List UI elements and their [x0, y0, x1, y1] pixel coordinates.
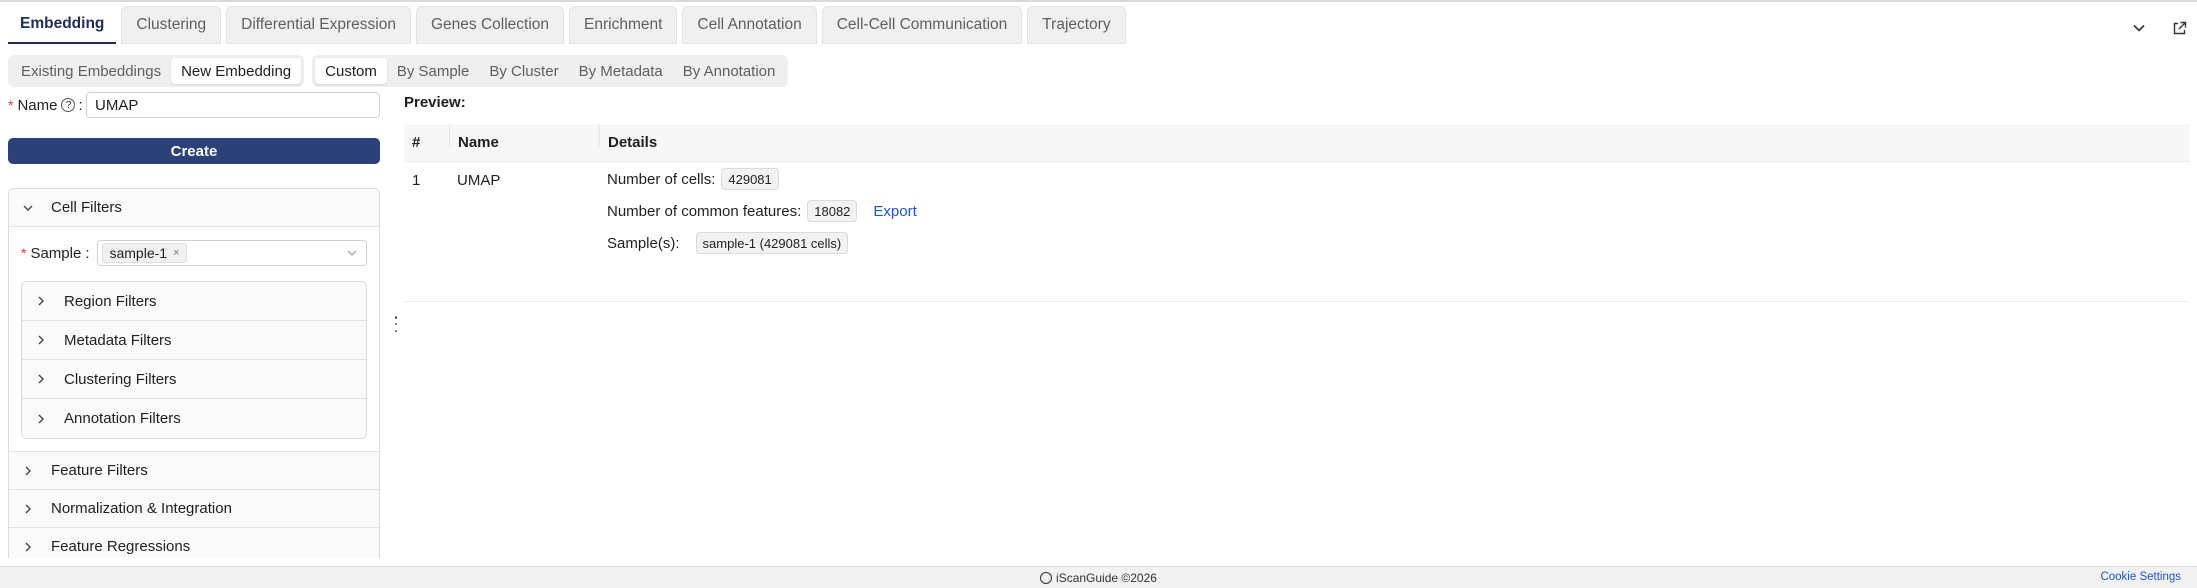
sample-select[interactable]: sample-1 × — [97, 240, 367, 266]
footer-brand: iScanGuide ©2026 — [1056, 570, 1157, 585]
row-name: UMAP — [457, 172, 501, 189]
sample-row: * Sample : sample-1 × — [21, 239, 367, 267]
chevron-right-icon — [34, 294, 48, 308]
handle-dot — [394, 316, 398, 319]
feature-filters-header[interactable]: Feature Filters — [9, 452, 379, 490]
annotation-filters-header[interactable]: Annotation Filters — [22, 399, 366, 438]
main-tab-bar: Embedding Clustering Differential Expres… — [0, 6, 2197, 50]
features-label: Number of common features: — [607, 202, 802, 220]
name-input[interactable]: UMAP — [86, 92, 380, 118]
embedding-mode-toggle: Existing Embeddings New Embedding — [8, 55, 305, 87]
custom-option[interactable]: Custom — [315, 58, 387, 84]
chevron-right-icon — [34, 372, 48, 386]
cells-count-badge: 429081 — [721, 168, 779, 190]
chevron-right-icon — [21, 540, 35, 554]
brand-logo-icon — [1040, 571, 1053, 584]
samples-label: Sample(s): — [607, 234, 680, 252]
chevron-right-icon — [34, 333, 48, 347]
region-filters-header[interactable]: Region Filters — [22, 282, 366, 321]
required-mark: * — [8, 97, 14, 113]
sample-colon: : — [85, 244, 90, 262]
table-header: # Name Details — [404, 124, 2190, 162]
metadata-filters-title: Metadata Filters — [64, 331, 172, 349]
feature-regressions-header[interactable]: Feature Regressions — [9, 528, 379, 558]
handle-dot — [394, 329, 398, 332]
footer: iScanGuide ©2026 Cookie Settings — [0, 566, 2197, 588]
cells-detail: Number of cells: 429081 — [607, 168, 779, 190]
chevron-down-icon[interactable] — [2129, 18, 2149, 38]
name-label-text: Name — [17, 96, 58, 114]
column-header-details: Details — [608, 134, 658, 151]
feature-regressions-title: Feature Regressions — [51, 538, 191, 555]
handle-dot — [394, 322, 398, 326]
tab-embedding[interactable]: Embedding — [8, 6, 117, 44]
panel-resize-handle[interactable] — [393, 316, 399, 332]
tab-cell-cell-communication[interactable]: Cell-Cell Communication — [821, 6, 1023, 44]
samples-badge: sample-1 (429081 cells) — [695, 232, 849, 254]
normalization-integration-title: Normalization & Integration — [51, 500, 232, 517]
column-header-name: Name — [450, 126, 600, 151]
table-row: 1 UMAP Number of cells: 429081 Number of… — [404, 162, 2190, 302]
preview-title: Preview: — [404, 94, 466, 111]
sample-label: Sample — [30, 244, 82, 262]
name-row: * Name ? : UMAP — [8, 92, 380, 118]
normalization-integration-header[interactable]: Normalization & Integration — [9, 490, 379, 528]
embedding-form-panel: * Name ? : UMAP Create Cell Filters * Sa… — [8, 90, 380, 558]
chevron-down-icon — [21, 201, 35, 215]
create-button[interactable]: Create — [8, 138, 380, 164]
mode-controls: Existing Embeddings New Embedding Custom… — [8, 55, 789, 87]
close-icon[interactable]: × — [173, 247, 179, 259]
chevron-right-icon — [21, 502, 35, 516]
annotation-filters-title: Annotation Filters — [64, 410, 181, 427]
features-count-badge: 18082 — [807, 200, 858, 222]
sample-tag: sample-1 × — [102, 243, 187, 263]
row-number: 1 — [412, 172, 421, 189]
external-link-icon[interactable] — [2169, 18, 2189, 38]
metadata-filters-header[interactable]: Metadata Filters — [22, 321, 366, 360]
cell-subfilters: Region Filters Metadata Filters Clusteri… — [21, 281, 367, 439]
chevron-down-icon — [346, 246, 358, 263]
feature-filters-title: Feature Filters — [51, 462, 148, 479]
by-metadata-option[interactable]: By Metadata — [569, 58, 673, 84]
features-detail: Number of common features: 18082 Export — [607, 200, 917, 222]
clustering-filters-header[interactable]: Clustering Filters — [22, 360, 366, 399]
cells-label: Number of cells: — [607, 170, 716, 188]
tab-differential-expression[interactable]: Differential Expression — [226, 6, 411, 44]
samples-detail: Sample(s): sample-1 (429081 cells) — [607, 232, 849, 254]
tab-genes-collection[interactable]: Genes Collection — [415, 6, 565, 44]
tab-enrichment[interactable]: Enrichment — [569, 6, 678, 44]
column-header-name-label: Name — [458, 134, 499, 151]
filters-collapse: Cell Filters * Sample : sample-1 × Regio… — [8, 188, 380, 558]
embedding-source-tabs: Custom By Sample By Cluster By Metadata … — [312, 55, 789, 87]
top-border — [0, 0, 2197, 2]
cell-filters-header[interactable]: Cell Filters — [9, 189, 379, 227]
tab-cell-annotation[interactable]: Cell Annotation — [682, 6, 817, 44]
by-annotation-option[interactable]: By Annotation — [673, 58, 786, 84]
export-link[interactable]: Export — [873, 203, 916, 220]
chevron-right-icon — [34, 412, 48, 426]
sample-tag-label: sample-1 — [109, 245, 168, 261]
name-label: Name ? : — [17, 97, 82, 114]
clustering-filters-title: Clustering Filters — [64, 370, 177, 388]
required-mark: * — [21, 245, 27, 261]
existing-embeddings-option[interactable]: Existing Embeddings — [11, 58, 171, 84]
cell-filters-body: * Sample : sample-1 × Region Filters Met… — [9, 227, 379, 452]
new-embedding-option[interactable]: New Embedding — [171, 58, 302, 84]
tabbar-actions — [2129, 18, 2189, 38]
help-icon[interactable]: ? — [61, 98, 76, 112]
column-header-num-label: # — [412, 134, 421, 151]
tab-clustering[interactable]: Clustering — [121, 6, 222, 44]
by-sample-option[interactable]: By Sample — [387, 58, 480, 84]
region-filters-title: Region Filters — [64, 292, 157, 310]
by-cluster-option[interactable]: By Cluster — [479, 58, 568, 84]
cell-filters-title: Cell Filters — [51, 199, 122, 216]
tab-trajectory[interactable]: Trajectory — [1027, 6, 1126, 44]
preview-table: # Name Details 1 UMAP Number of cells: 4… — [404, 124, 2190, 302]
name-colon: : — [78, 96, 83, 114]
cookie-settings-link[interactable]: Cookie Settings — [2100, 571, 2181, 583]
column-header-num: # — [404, 126, 450, 151]
chevron-right-icon — [21, 464, 35, 478]
